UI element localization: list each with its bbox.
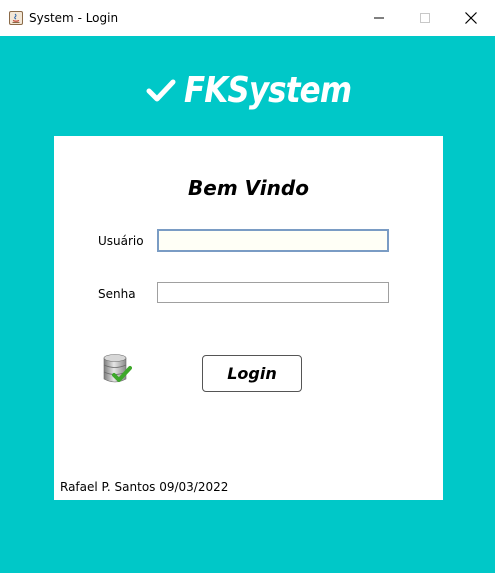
content-area: FKSystem Bem Vindo Usuário Senha Login R…: [0, 36, 495, 573]
login-button[interactable]: Login: [202, 355, 302, 392]
title-bar[interactable]: System - Login: [0, 0, 495, 36]
java-app-icon: [9, 11, 23, 25]
minimize-icon: [374, 17, 384, 19]
window-title: System - Login: [29, 11, 119, 25]
brand-logo: FKSystem: [146, 68, 378, 112]
minimize-button[interactable]: [356, 0, 402, 36]
maximize-button[interactable]: [402, 0, 448, 36]
login-window: System - Login FKSystem Bem Vindo Usuári…: [0, 0, 495, 573]
login-panel: Bem Vindo Usuário Senha Login Rafael P. …: [54, 136, 443, 500]
close-icon: [465, 12, 477, 24]
checkmark-icon: [146, 79, 176, 102]
brand-name: FKSystem: [184, 69, 352, 111]
username-label: Usuário: [98, 234, 144, 248]
author-credit: Rafael P. Santos 09/03/2022: [60, 480, 229, 494]
maximize-icon: [420, 13, 430, 23]
database-check-icon: [103, 354, 132, 383]
welcome-heading: Bem Vindo: [188, 176, 309, 200]
close-button[interactable]: [448, 0, 494, 36]
password-input[interactable]: [157, 282, 389, 303]
username-input[interactable]: [157, 229, 389, 252]
password-label: Senha: [98, 287, 136, 301]
